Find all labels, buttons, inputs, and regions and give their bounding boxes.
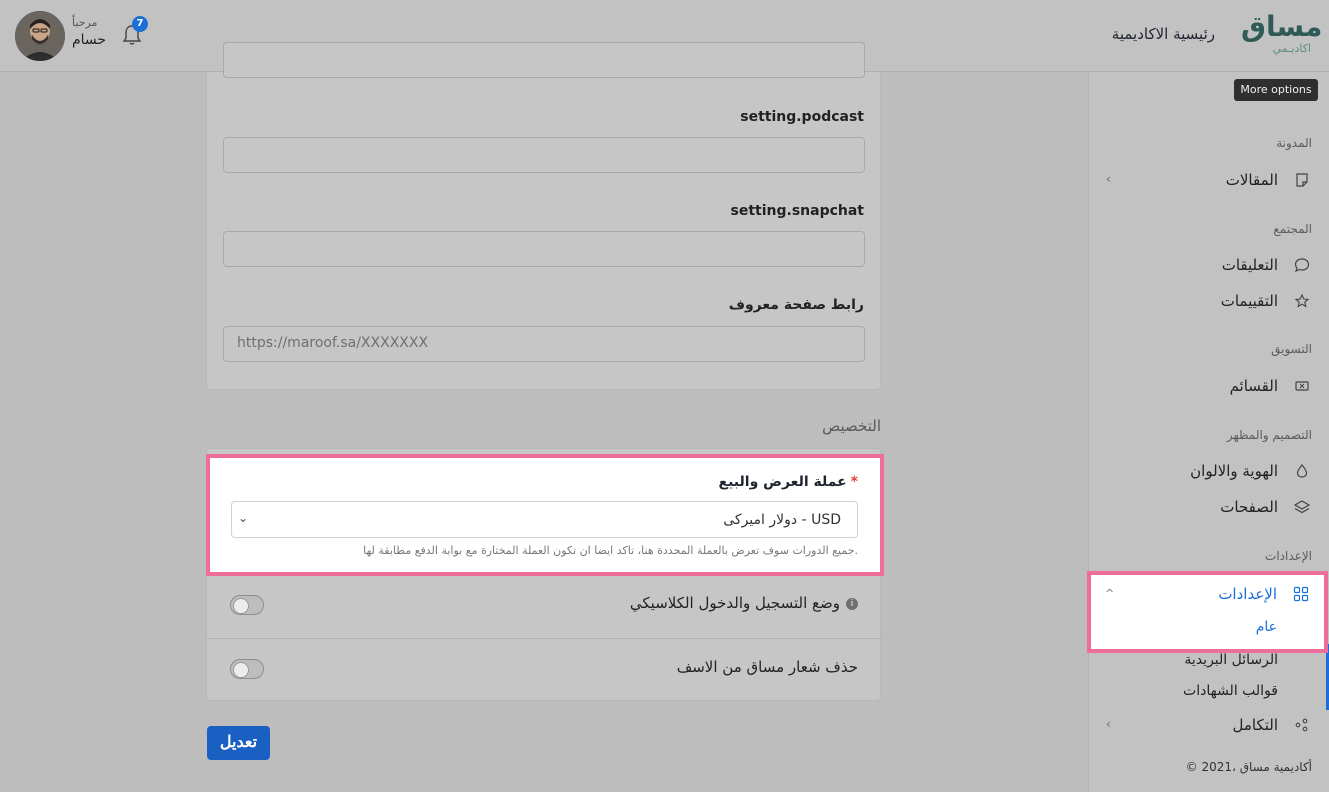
note-icon — [1294, 172, 1310, 188]
sidebar-item-comments-label: التعليقات — [1221, 256, 1278, 274]
podcast-input[interactable] — [223, 137, 865, 173]
greeting-text: مرحباً — [72, 16, 98, 29]
sidebar-item-mail-label: الرسائل البريدية — [1184, 652, 1278, 668]
sidebar-item-reviews-label: التقييمات — [1220, 292, 1278, 310]
copyright-text: © 2021، أكاديمية مساق — [1185, 760, 1312, 774]
more-options-tooltip: More options — [1234, 79, 1318, 101]
sidebar-section-blog: المدونة — [1276, 136, 1312, 150]
customization-section-title: التخصيص — [822, 417, 881, 435]
sidebar-item-pages[interactable]: الصفحات — [1088, 490, 1329, 524]
remove-logo-toggle[interactable] — [230, 659, 264, 679]
avatar-image — [15, 11, 65, 61]
user-greeting[interactable]: مرحباً حسام — [72, 16, 106, 50]
logo-sub-text: اكاديـمي — [1272, 42, 1311, 55]
sidebar-item-articles[interactable]: المقالات ‹ — [1088, 163, 1329, 197]
currency-label: عملة العرض والبيع * — [719, 474, 858, 490]
avatar[interactable] — [15, 11, 65, 61]
currency-highlight: عملة العرض والبيع * دولار امیرکی - USD ⌄ … — [206, 454, 884, 576]
share-nodes-icon — [1294, 717, 1310, 733]
sidebar-item-pages-label: الصفحات — [1220, 498, 1278, 516]
previous-field-input[interactable] — [223, 42, 865, 78]
currency-label-text: عملة العرض والبيع — [718, 474, 847, 490]
sidebar-item-integration-label: التكامل — [1232, 716, 1278, 734]
chevron-up-icon: ^ — [1105, 587, 1115, 600]
sidebar-item-coupons-label: القسائم — [1229, 377, 1278, 395]
currency-select[interactable]: دولار امیرکی - USD ⌄ — [231, 501, 858, 538]
sidebar-section-settings: الإعدادات — [1265, 549, 1312, 563]
user-name: حسام — [72, 32, 107, 48]
classic-login-text: وضع التسجيل والدخول الكلاسيكي — [629, 594, 840, 612]
grid-icon — [1293, 586, 1309, 602]
currency-selected-value: دولار امیرکی - USD — [723, 512, 841, 528]
sidebar-item-certificates-label: قوالب الشهادات — [1183, 683, 1278, 699]
classic-login-toggle[interactable] — [230, 595, 264, 615]
classic-login-row: وضع التسجيل والدخول الكلاسيكي i — [207, 575, 882, 637]
logo-main-text: مساق — [1241, 10, 1323, 43]
sidebar-item-articles-label: المقالات — [1225, 171, 1278, 189]
chevron-left-icon: ‹ — [1106, 172, 1111, 186]
social-links-card: setting.podcast setting.snapchat رابط صف… — [206, 42, 881, 390]
podcast-label: setting.podcast — [740, 109, 864, 125]
sidebar-item-identity-label: الهوية والالوان — [1190, 462, 1278, 480]
sidebar-item-reviews[interactable]: التقييمات — [1088, 284, 1329, 318]
layers-icon — [1293, 499, 1311, 515]
app-frame: مساق اكاديـمي رئيسية الاكاديمية مرحباً ح… — [0, 0, 1329, 792]
sidebar-item-settings-label: الإعدادات — [1218, 585, 1277, 603]
chevron-left-icon: ‹ — [1106, 717, 1111, 731]
droplet-icon — [1294, 463, 1310, 479]
remove-logo-label: حذف شعار مساق من الاسف — [676, 658, 858, 676]
maroof-label: رابط صفحة معروف — [728, 297, 864, 313]
maroof-placeholder: https://maroof.sa/XXXXXXX — [237, 335, 429, 351]
sidebar-item-certificates[interactable]: قوالب الشهادات — [1090, 675, 1329, 709]
sidebar-section-marketing: التسويق — [1271, 342, 1312, 356]
sidebar-item-identity[interactable]: الهوية والالوان — [1088, 454, 1329, 488]
classic-login-label: وضع التسجيل والدخول الكلاسيكي i — [630, 594, 858, 612]
info-icon[interactable]: i — [846, 597, 858, 610]
main-content: setting.podcast setting.snapchat رابط صف… — [0, 42, 1088, 792]
sidebar-section-community: المجتمع — [1273, 222, 1312, 236]
sidebar-item-integration[interactable]: التكامل ‹ — [1088, 708, 1329, 742]
coupon-icon — [1294, 378, 1310, 394]
sidebar-item-general[interactable]: عام — [1256, 619, 1277, 635]
maroof-input[interactable]: https://maroof.sa/XXXXXXX — [223, 326, 865, 362]
currency-hint: جميع الدورات سوف تعرض بالعملة المحددة هن… — [363, 544, 858, 557]
snapchat-input[interactable] — [223, 231, 865, 267]
star-badge-icon — [1294, 293, 1310, 309]
academy-home-link[interactable]: رئيسية الاكاديمية — [1112, 25, 1215, 43]
edit-button[interactable]: تعديل — [207, 726, 270, 760]
sidebar-item-coupons[interactable]: القسائم — [1088, 369, 1329, 403]
sidebar-section-design: التصميم والمظهر — [1226, 428, 1312, 442]
notification-badge: 7 — [132, 16, 148, 32]
settings-highlight: الإعدادات ^ عام — [1087, 571, 1328, 653]
required-marker: * — [850, 474, 858, 490]
sidebar-item-comments[interactable]: التعليقات — [1088, 248, 1329, 282]
remove-logo-row: حذف شعار مساق من الاسف — [207, 638, 882, 700]
sidebar-item-settings[interactable]: الإعدادات ^ — [1091, 575, 1324, 611]
snapchat-label: setting.snapchat — [730, 203, 865, 219]
academy-logo[interactable]: مساق اكاديـمي — [1241, 10, 1323, 58]
chat-bubble-icon — [1294, 257, 1310, 273]
sidebar: ت المدونة المقالات ‹ المجتمع التعليقات ا… — [1088, 72, 1329, 792]
chevron-down-icon: ⌄ — [238, 511, 249, 525]
